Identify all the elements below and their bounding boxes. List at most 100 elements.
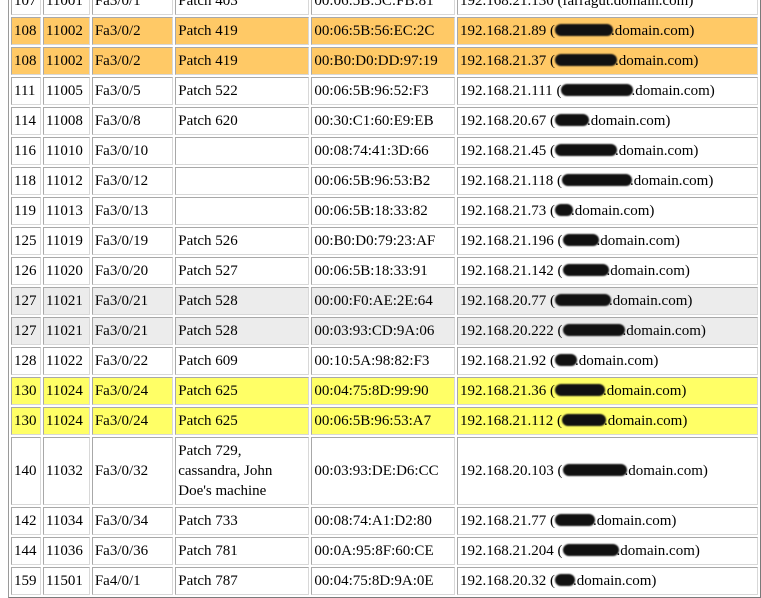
interface-cell: Fa3/0/32 bbox=[91, 437, 174, 505]
port-index-cell: 11001 bbox=[42, 0, 90, 15]
domain-suffix: .domain.com) bbox=[606, 263, 690, 279]
domain-suffix: .domain.com) bbox=[610, 0, 694, 9]
mac-address-cell: 00:30:C1:60:E9:EB bbox=[311, 107, 456, 135]
table-row: 130 11024 Fa3/0/24 Patch 625 00:06:5B:96:53:… bbox=[11, 407, 758, 435]
redacted-hostname bbox=[562, 174, 632, 186]
port-index-cell: 11005 bbox=[42, 77, 90, 105]
interface-cell: Fa3/0/13 bbox=[91, 197, 174, 225]
interface-cell: Fa3/0/34 bbox=[91, 507, 174, 535]
redacted-hostname bbox=[562, 544, 619, 556]
interface-cell: Fa3/0/36 bbox=[91, 537, 174, 565]
interface-cell: Fa3/0/10 bbox=[91, 137, 174, 165]
domain-suffix: .domain.com) bbox=[587, 113, 671, 129]
vlan-cell: 114 bbox=[11, 107, 41, 135]
mac-address-cell: 00:08:74:41:3D:66 bbox=[311, 137, 456, 165]
port-index-cell: 11002 bbox=[42, 47, 90, 75]
ip-address: 192.168.20.222 bbox=[460, 323, 554, 339]
ip-address: 192.168.21.111 bbox=[460, 83, 553, 99]
vlan-cell: 144 bbox=[11, 537, 41, 565]
ip-hostname-cell: 192.168.21.73 (.domain.com) bbox=[457, 197, 758, 225]
redacted-hostname bbox=[555, 114, 590, 126]
table-row: 116 11010 Fa3/0/10 00:08:74:41:3D:66 192.168… bbox=[11, 137, 758, 165]
interface-cell: Fa3/0/1 bbox=[91, 0, 174, 15]
description-cell: Patch 419 bbox=[175, 17, 310, 45]
ip-hostname-cell: 192.168.21.118 (.domain.com) bbox=[457, 167, 758, 195]
interface-cell: Fa3/0/24 bbox=[91, 407, 174, 435]
port-index-cell: 11013 bbox=[42, 197, 90, 225]
ip-hostname-cell: 192.168.21.142 (.domain.com) bbox=[457, 257, 758, 285]
ip-address: 192.168.21.112 bbox=[460, 413, 554, 429]
description-cell bbox=[175, 167, 310, 195]
domain-suffix: .domain.com) bbox=[575, 353, 659, 369]
vlan-cell: 107 bbox=[11, 0, 41, 15]
redacted-hostname bbox=[562, 414, 606, 426]
table-body: 107 11001 Fa3/0/1 Patch 403 00:06:5B:5C:FB:8… bbox=[11, 0, 758, 595]
ip-address: 192.168.21.130 bbox=[460, 0, 554, 9]
mac-address-cell: 00:10:5A:98:82:F3 bbox=[311, 347, 456, 375]
description-cell: Patch 787 bbox=[175, 567, 310, 595]
ip-hostname-cell: 192.168.21.36 (.domain.com) bbox=[457, 377, 758, 405]
vlan-cell: 118 bbox=[11, 167, 41, 195]
domain-suffix: .domain.com) bbox=[615, 143, 699, 159]
domain-suffix: .domain.com) bbox=[604, 413, 688, 429]
ip-hostname-cell: 192.168.21.89 (.domain.com) bbox=[457, 17, 758, 45]
redacted-hostname bbox=[555, 204, 574, 216]
interface-cell: Fa3/0/2 bbox=[91, 17, 174, 45]
domain-suffix: .domain.com) bbox=[573, 573, 657, 589]
port-index-cell: 11010 bbox=[42, 137, 90, 165]
port-index-cell: 11012 bbox=[42, 167, 90, 195]
redacted-hostname bbox=[555, 354, 578, 366]
port-index-cell: 11024 bbox=[42, 407, 90, 435]
redacted-hostname bbox=[562, 264, 609, 276]
port-index-cell: 11021 bbox=[42, 317, 90, 345]
mac-address-cell: 00:0A:95:8F:60:CE bbox=[311, 537, 456, 565]
ip-address: 192.168.21.204 bbox=[460, 543, 554, 559]
vlan-cell: 130 bbox=[11, 407, 41, 435]
interface-cell: Fa4/0/1 bbox=[91, 567, 174, 595]
vlan-cell: 125 bbox=[11, 227, 41, 255]
ip-address: 192.168.21.36 bbox=[460, 383, 547, 399]
vlan-cell: 127 bbox=[11, 317, 41, 345]
port-index-cell: 11020 bbox=[42, 257, 90, 285]
ip-hostname-cell: 192.168.21.45 (.domain.com) bbox=[457, 137, 758, 165]
vlan-cell: 130 bbox=[11, 377, 41, 405]
vlan-cell: 126 bbox=[11, 257, 41, 285]
vlan-cell: 140 bbox=[11, 437, 41, 505]
hostname: farragut bbox=[562, 0, 611, 9]
port-index-cell: 11008 bbox=[42, 107, 90, 135]
ip-hostname-cell: 192.168.21.37 (.domain.com) bbox=[457, 47, 758, 75]
vlan-cell: 159 bbox=[11, 567, 41, 595]
ip-hostname-cell: 192.168.20.77 (.domain.com) bbox=[457, 287, 758, 315]
ip-hostname-cell: 192.168.20.103 (.domain.com) bbox=[457, 437, 758, 505]
interface-cell: Fa3/0/8 bbox=[91, 107, 174, 135]
description-cell bbox=[175, 137, 310, 165]
redacted-hostname bbox=[555, 574, 576, 586]
ip-address: 192.168.21.92 bbox=[460, 353, 547, 369]
ip-address: 192.168.20.67 bbox=[460, 113, 547, 129]
table-row: 128 11022 Fa3/0/22 Patch 609 00:10:5A:98:82:… bbox=[11, 347, 758, 375]
redacted-hostname bbox=[555, 24, 614, 36]
mac-address-cell: 00:06:5B:56:EC:2C bbox=[311, 17, 456, 45]
description-cell: Patch 403 bbox=[175, 0, 310, 15]
port-index-cell: 11034 bbox=[42, 507, 90, 535]
mac-address-cell: 00:06:5B:96:53:B2 bbox=[311, 167, 456, 195]
mac-address-cell: 00:04:75:8D:99:90 bbox=[311, 377, 456, 405]
domain-suffix: .domain.com) bbox=[611, 23, 695, 39]
ip-address: 192.168.21.73 bbox=[460, 203, 547, 219]
description-cell: Patch 526 bbox=[175, 227, 310, 255]
ip-hostname-cell: 192.168.21.111 (.domain.com) bbox=[457, 77, 758, 105]
table-row: 111 11005 Fa3/0/5 Patch 522 00:06:5B:96:52:F… bbox=[11, 77, 758, 105]
table-row: 119 11013 Fa3/0/13 00:06:5B:18:33:82 192.168… bbox=[11, 197, 758, 225]
redacted-hostname bbox=[555, 384, 606, 396]
redacted-hostname bbox=[555, 514, 596, 526]
mac-address-cell: 00:06:5B:96:53:A7 bbox=[311, 407, 456, 435]
ip-hostname-cell: 192.168.21.112 (.domain.com) bbox=[457, 407, 758, 435]
redacted-hostname bbox=[562, 464, 627, 476]
description-cell: Patch 625 bbox=[175, 407, 310, 435]
ip-hostname-cell: 192.168.21.92 (.domain.com) bbox=[457, 347, 758, 375]
table-row: 127 11021 Fa3/0/21 Patch 528 00:00:F0:AE:2E:… bbox=[11, 287, 758, 315]
port-index-cell: 11501 bbox=[42, 567, 90, 595]
domain-suffix: .domain.com) bbox=[593, 513, 677, 529]
ip-address: 192.168.21.196 bbox=[460, 233, 554, 249]
domain-suffix: .domain.com) bbox=[571, 203, 655, 219]
